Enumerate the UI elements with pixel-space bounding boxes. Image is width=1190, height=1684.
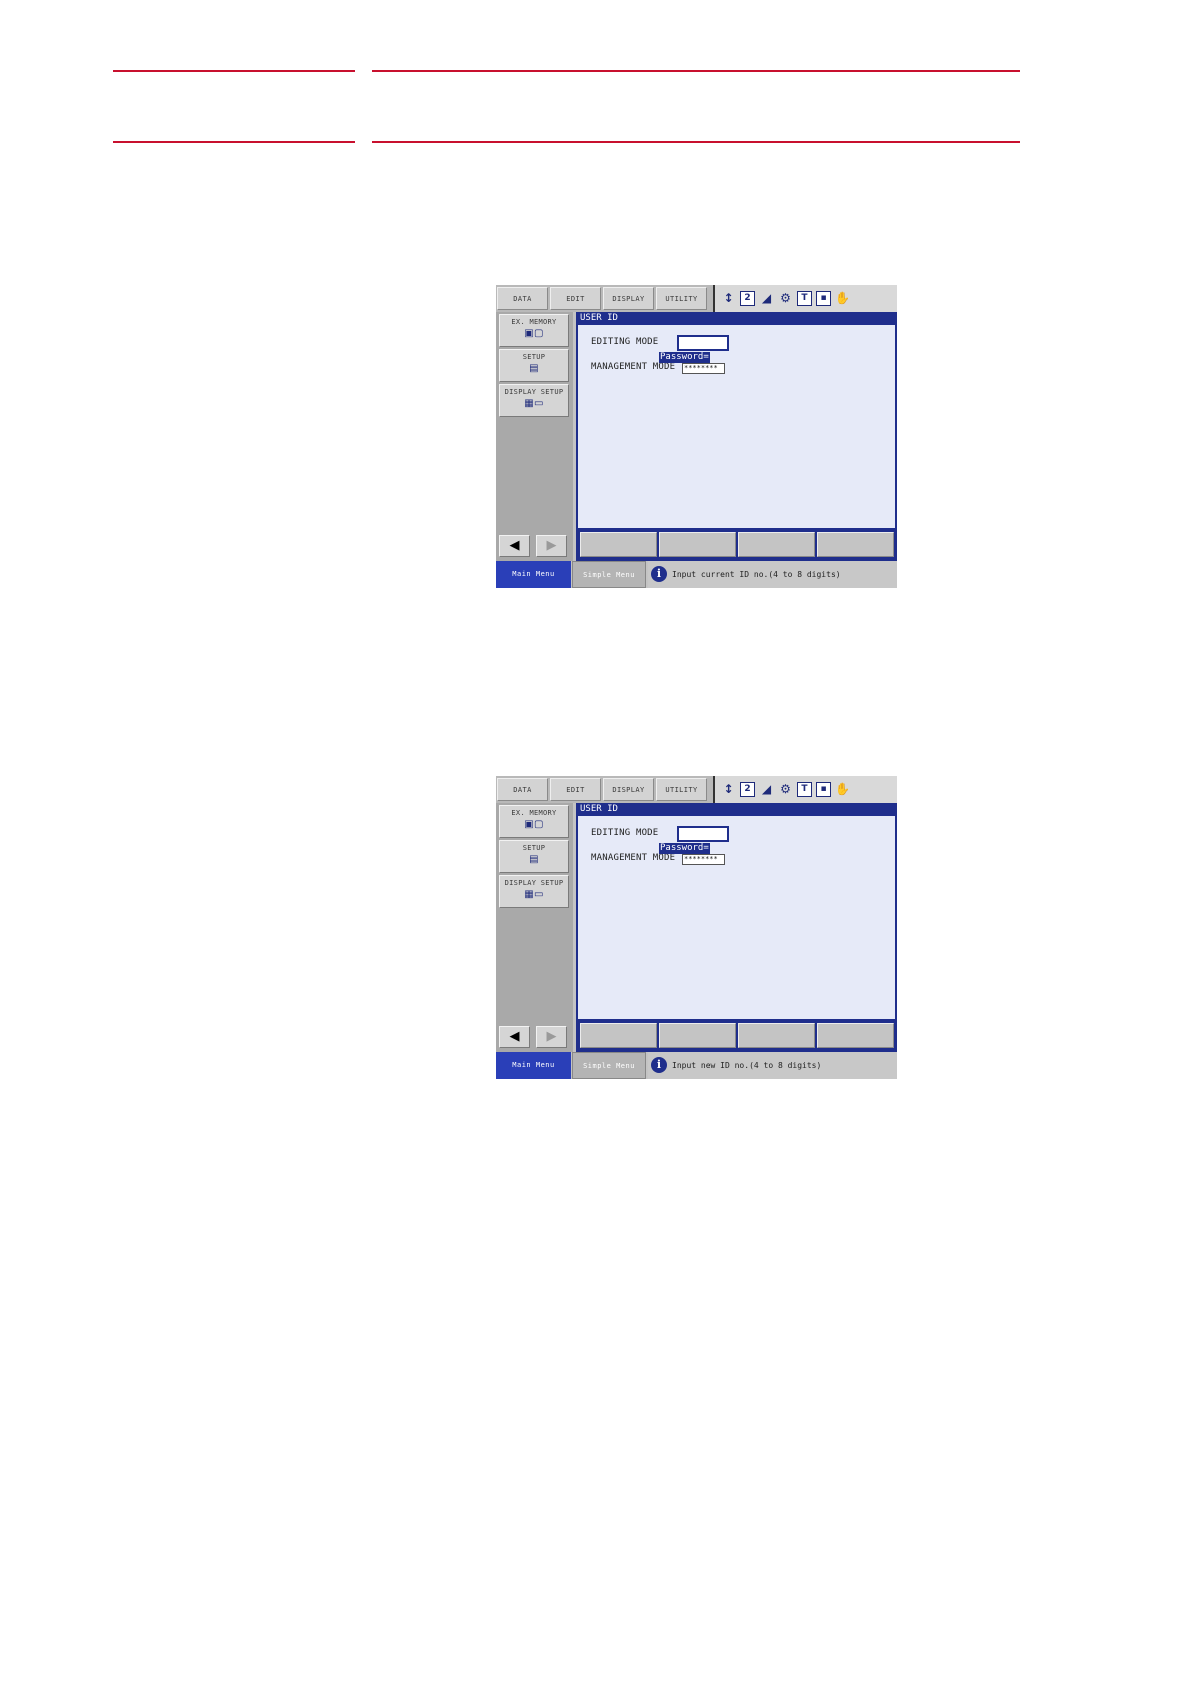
top-menu-bar: DATA EDIT DISPLAY UTILITY ↕ 2 ◢ ⚙ T ▪ ✋ bbox=[496, 285, 897, 312]
setup-icon: ▤ bbox=[529, 363, 539, 374]
tab-display[interactable]: DISPLAY bbox=[603, 287, 654, 310]
main-menu-button[interactable]: Main Menu bbox=[496, 561, 571, 588]
menu-button-display-setup[interactable]: DISPLAY SETUP ▦▭ bbox=[499, 384, 569, 417]
menu-button-label: DISPLAY SETUP bbox=[504, 388, 564, 396]
tool-icon: T bbox=[797, 782, 812, 797]
status-icon-bar: ↕ 2 ◢ ⚙ T ▪ ✋ bbox=[713, 285, 897, 312]
user-id-window: USER ID EDITING MODE MANAGEMENT MODE Pas… bbox=[576, 312, 897, 561]
menu-button-label: EX. MEMORY bbox=[511, 318, 557, 326]
arrow-left-icon: ◀ bbox=[509, 538, 520, 553]
tab-utility[interactable]: UTILITY bbox=[656, 287, 707, 310]
header-rule-right-bottom bbox=[372, 141, 1020, 143]
pendant-screenshot-1: DATA EDIT DISPLAY UTILITY ↕ 2 ◢ ⚙ T ▪ ✋ … bbox=[496, 285, 897, 588]
tab-data[interactable]: DATA bbox=[497, 287, 548, 310]
status-bar: Main Menu Simple Menu i Input current ID… bbox=[496, 561, 897, 588]
menu-button-label: SETUP bbox=[522, 353, 546, 361]
editing-mode-label: EDITING MODE bbox=[591, 337, 659, 347]
signal-strength-icon: ◢ bbox=[761, 291, 772, 305]
tab-utility[interactable]: UTILITY bbox=[656, 778, 707, 801]
message-area: i Input new ID no.(4 to 8 digits) bbox=[648, 1052, 897, 1079]
function-key-bar bbox=[578, 1021, 895, 1050]
header-rule-left-bottom bbox=[113, 141, 355, 143]
top-menu-bar: DATA EDIT DISPLAY UTILITY ↕ 2 ◢ ⚙ T ▪ ✋ bbox=[496, 776, 897, 803]
hand-icon: ✋ bbox=[835, 782, 850, 796]
main-menu-panel: EX. MEMORY ▣▢ SETUP ▤ DISPLAY SETUP ▦▭ bbox=[496, 312, 573, 561]
speed-icon: 2 bbox=[740, 291, 755, 306]
editing-mode-label: EDITING MODE bbox=[591, 828, 659, 838]
management-mode-label: MANAGEMENT MODE bbox=[591, 853, 676, 863]
tab-data[interactable]: DATA bbox=[497, 778, 548, 801]
function-key-4[interactable] bbox=[817, 1023, 894, 1048]
password-label: Password= bbox=[659, 352, 710, 363]
function-key-2[interactable] bbox=[659, 1023, 736, 1048]
tab-display[interactable]: DISPLAY bbox=[603, 778, 654, 801]
info-icon: i bbox=[651, 566, 667, 582]
robot-icon: ⚙ bbox=[780, 291, 791, 305]
editing-mode-id-input[interactable] bbox=[677, 335, 729, 351]
function-key-1[interactable] bbox=[580, 532, 657, 557]
management-mode-label: MANAGEMENT MODE bbox=[591, 362, 676, 372]
status-message: Input current ID no.(4 to 8 digits) bbox=[672, 570, 841, 579]
window-title: USER ID bbox=[580, 313, 618, 323]
coordinate-system-icon: ↕ bbox=[723, 291, 734, 305]
password-field[interactable]: ******** bbox=[682, 363, 725, 374]
display-setup-icon: ▦▭ bbox=[524, 398, 544, 409]
floppy-disk-icon: ▣▢ bbox=[524, 819, 544, 830]
function-key-4[interactable] bbox=[817, 532, 894, 557]
page-left-button[interactable]: ◀ bbox=[499, 535, 530, 557]
tab-edit[interactable]: EDIT bbox=[550, 778, 601, 801]
function-key-3[interactable] bbox=[738, 1023, 815, 1048]
menu-button-label: SETUP bbox=[522, 844, 546, 852]
header-rule-left-top bbox=[113, 70, 355, 72]
arrow-right-icon: ▶ bbox=[546, 1029, 557, 1044]
status-bar: Main Menu Simple Menu i Input new ID no.… bbox=[496, 1052, 897, 1079]
tab-edit[interactable]: EDIT bbox=[550, 287, 601, 310]
page-right-button[interactable]: ▶ bbox=[536, 535, 567, 557]
page-left-button[interactable]: ◀ bbox=[499, 1026, 530, 1048]
status-message: Input new ID no.(4 to 8 digits) bbox=[672, 1061, 822, 1070]
status-icon-bar: ↕ 2 ◢ ⚙ T ▪ ✋ bbox=[713, 776, 897, 803]
window-title: USER ID bbox=[580, 804, 618, 814]
window-content: EDITING MODE MANAGEMENT MODE Password= *… bbox=[578, 325, 895, 528]
main-menu-panel: EX. MEMORY ▣▢ SETUP ▤ DISPLAY SETUP ▦▭ bbox=[496, 803, 573, 1052]
function-key-bar bbox=[578, 530, 895, 559]
info-icon: i bbox=[651, 1057, 667, 1073]
arrow-left-icon: ◀ bbox=[509, 1029, 520, 1044]
display-setup-icon: ▦▭ bbox=[524, 889, 544, 900]
tool-icon: T bbox=[797, 291, 812, 306]
header-rule-right-top bbox=[372, 70, 1020, 72]
robot-icon: ⚙ bbox=[780, 782, 791, 796]
menu-button-setup[interactable]: SETUP ▤ bbox=[499, 840, 569, 873]
servo-icon: ▪ bbox=[816, 291, 831, 306]
function-key-2[interactable] bbox=[659, 532, 736, 557]
hand-icon: ✋ bbox=[835, 291, 850, 305]
simple-menu-button[interactable]: Simple Menu bbox=[572, 561, 646, 588]
message-area: i Input current ID no.(4 to 8 digits) bbox=[648, 561, 897, 588]
simple-menu-button[interactable]: Simple Menu bbox=[572, 1052, 646, 1079]
setup-icon: ▤ bbox=[529, 854, 539, 865]
function-key-3[interactable] bbox=[738, 532, 815, 557]
page-right-button[interactable]: ▶ bbox=[536, 1026, 567, 1048]
signal-strength-icon: ◢ bbox=[761, 782, 772, 796]
user-id-window: USER ID EDITING MODE MANAGEMENT MODE Pas… bbox=[576, 803, 897, 1052]
pendant-screenshot-2: DATA EDIT DISPLAY UTILITY ↕ 2 ◢ ⚙ T ▪ ✋ … bbox=[496, 776, 897, 1079]
menu-button-ex-memory[interactable]: EX. MEMORY ▣▢ bbox=[499, 314, 569, 347]
function-key-1[interactable] bbox=[580, 1023, 657, 1048]
password-field[interactable]: ******** bbox=[682, 854, 725, 865]
menu-button-ex-memory[interactable]: EX. MEMORY ▣▢ bbox=[499, 805, 569, 838]
menu-button-setup[interactable]: SETUP ▤ bbox=[499, 349, 569, 382]
window-content: EDITING MODE MANAGEMENT MODE Password= *… bbox=[578, 816, 895, 1019]
speed-icon: 2 bbox=[740, 782, 755, 797]
floppy-disk-icon: ▣▢ bbox=[524, 328, 544, 339]
main-menu-button[interactable]: Main Menu bbox=[496, 1052, 571, 1079]
password-label: Password= bbox=[659, 843, 710, 854]
arrow-right-icon: ▶ bbox=[546, 538, 557, 553]
menu-button-label: DISPLAY SETUP bbox=[504, 879, 564, 887]
menu-button-display-setup[interactable]: DISPLAY SETUP ▦▭ bbox=[499, 875, 569, 908]
servo-icon: ▪ bbox=[816, 782, 831, 797]
menu-button-label: EX. MEMORY bbox=[511, 809, 557, 817]
editing-mode-id-input[interactable] bbox=[677, 826, 729, 842]
coordinate-system-icon: ↕ bbox=[723, 782, 734, 796]
